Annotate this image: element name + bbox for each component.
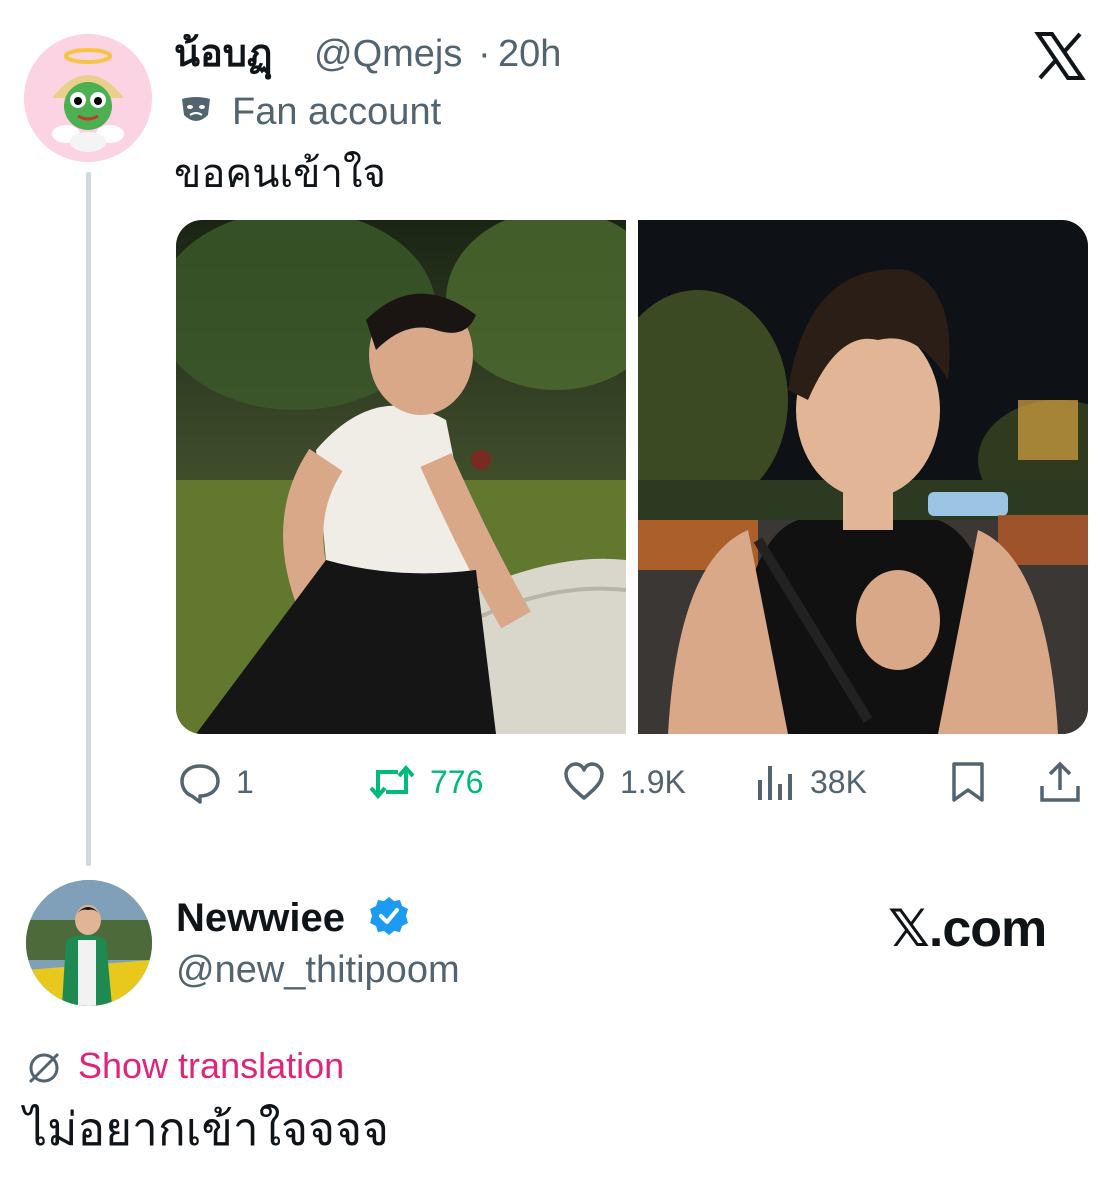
avatar[interactable] [24,34,152,162]
fan-account-label: Fan account [232,91,442,133]
show-translation-link[interactable]: Show translation [78,1040,344,1092]
repost-count: 776 [430,763,484,800]
thread-line [86,172,91,866]
separator-dot: · [478,33,491,75]
theater-masks-icon [178,93,214,129]
view-count: 38K [810,763,867,800]
media-photo[interactable] [176,220,626,734]
repost-icon [369,764,415,800]
bookmark-icon [952,762,984,802]
like-count: 1.9K [620,763,686,800]
media-grid[interactable] [176,220,1088,734]
tweet-text: ขอคนเข้าใจ [174,152,386,196]
x-logo-icon [1034,30,1086,82]
reply-icon [180,764,220,804]
media-photo[interactable] [638,220,1088,734]
timestamp[interactable]: 20h [498,28,561,80]
translate-icon [26,1050,62,1086]
reply-count: 1 [236,763,254,800]
user-handle[interactable]: @new_thitipoom [176,944,460,996]
share-button[interactable] [1038,754,1082,810]
bar-chart-icon [758,766,792,800]
user-handle[interactable]: @Qmejs [314,28,462,80]
views-button[interactable]: 38K [756,754,867,810]
tweet-text: ไม่อยากเข้าใจจจจ [24,1103,389,1155]
verified-badge-icon [368,895,410,937]
heart-icon [564,762,604,800]
bookmark-button[interactable] [946,754,990,810]
watermark: 𝕏.com [888,900,1047,958]
display-name[interactable]: น้อบฏฺ [174,28,272,80]
repost-button[interactable]: 776 [368,754,483,810]
avatar[interactable] [26,880,152,1006]
share-icon [1040,761,1080,802]
display-name[interactable]: Newwiee [176,892,345,944]
like-button[interactable]: 1.9K [562,754,686,810]
reply-button[interactable]: 1 [178,754,254,810]
